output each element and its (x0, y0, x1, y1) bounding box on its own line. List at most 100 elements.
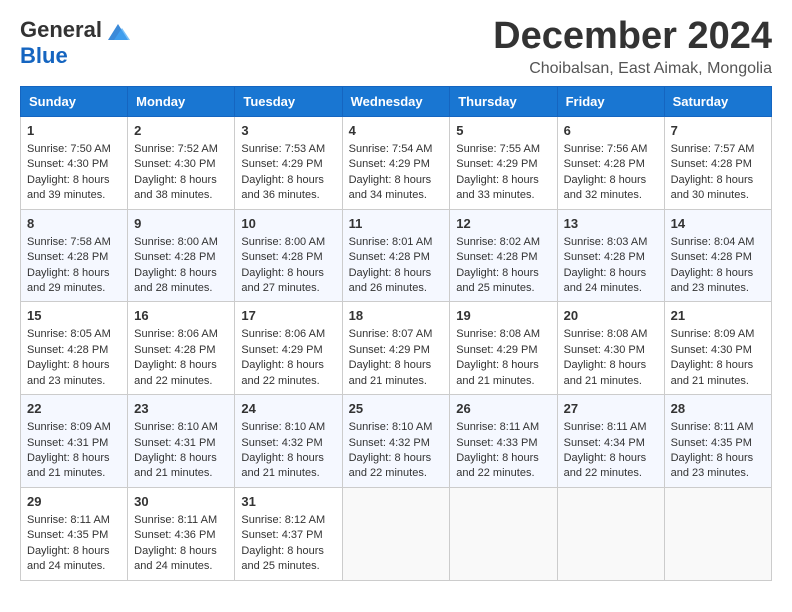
calendar-cell (557, 487, 664, 580)
title-block: December 2024 Choibalsan, East Aimak, Mo… (493, 16, 772, 78)
calendar-week-row: 22Sunrise: 8:09 AMSunset: 4:31 PMDayligh… (21, 395, 772, 488)
day-info-line: Sunset: 4:36 PM (134, 528, 228, 543)
day-info-line: Sunrise: 7:52 AM (134, 142, 228, 157)
day-info-line: Daylight: 8 hours (349, 173, 444, 188)
day-info-line: and 30 minutes. (671, 188, 765, 203)
calendar-cell: 3Sunrise: 7:53 AMSunset: 4:29 PMDaylight… (235, 116, 342, 209)
day-info-line: Sunrise: 8:07 AM (349, 327, 444, 342)
day-number: 23 (134, 400, 228, 418)
day-number: 30 (134, 493, 228, 511)
day-info-line: Sunrise: 8:09 AM (671, 327, 765, 342)
day-info-line: Daylight: 8 hours (456, 451, 550, 466)
day-info-line: Daylight: 8 hours (27, 358, 121, 373)
day-number: 21 (671, 307, 765, 325)
calendar-cell: 19Sunrise: 8:08 AMSunset: 4:29 PMDayligh… (450, 302, 557, 395)
day-number: 18 (349, 307, 444, 325)
day-info-line: Sunset: 4:28 PM (134, 343, 228, 358)
day-info-line: and 24 minutes. (27, 559, 121, 574)
day-info-line: Daylight: 8 hours (349, 358, 444, 373)
day-number: 2 (134, 122, 228, 140)
day-info-line: and 26 minutes. (349, 281, 444, 296)
day-info-line: Daylight: 8 hours (134, 358, 228, 373)
day-info-line: and 28 minutes. (134, 281, 228, 296)
day-number: 1 (27, 122, 121, 140)
day-info-line: and 25 minutes. (456, 281, 550, 296)
day-info-line: Daylight: 8 hours (671, 266, 765, 281)
calendar-week-row: 29Sunrise: 8:11 AMSunset: 4:35 PMDayligh… (21, 487, 772, 580)
logo-blue-text: Blue (20, 44, 132, 68)
day-info-line: Sunset: 4:35 PM (27, 528, 121, 543)
day-info-line: Sunset: 4:29 PM (349, 157, 444, 172)
day-info-line: Sunset: 4:34 PM (564, 436, 658, 451)
day-info-line: Sunset: 4:35 PM (671, 436, 765, 451)
calendar-week-row: 1Sunrise: 7:50 AMSunset: 4:30 PMDaylight… (21, 116, 772, 209)
logo-icon (104, 16, 132, 44)
day-info-line: and 39 minutes. (27, 188, 121, 203)
calendar-cell: 6Sunrise: 7:56 AMSunset: 4:28 PMDaylight… (557, 116, 664, 209)
day-info-line: Sunrise: 8:11 AM (564, 420, 658, 435)
calendar-cell: 8Sunrise: 7:58 AMSunset: 4:28 PMDaylight… (21, 209, 128, 302)
day-info-line: Sunset: 4:29 PM (241, 343, 335, 358)
day-info-line: Sunset: 4:31 PM (134, 436, 228, 451)
day-info-line: Daylight: 8 hours (564, 173, 658, 188)
day-info-line: Sunset: 4:32 PM (241, 436, 335, 451)
day-info-line: Sunrise: 8:11 AM (27, 513, 121, 528)
day-number: 9 (134, 215, 228, 233)
day-number: 26 (456, 400, 550, 418)
day-info-line: Sunset: 4:33 PM (456, 436, 550, 451)
day-info-line: Daylight: 8 hours (27, 173, 121, 188)
day-info-line: Sunset: 4:28 PM (134, 250, 228, 265)
day-info-line: Sunrise: 8:11 AM (671, 420, 765, 435)
day-number: 25 (349, 400, 444, 418)
day-number: 22 (27, 400, 121, 418)
day-info-line: and 21 minutes. (27, 466, 121, 481)
day-info-line: and 25 minutes. (241, 559, 335, 574)
day-info-line: and 21 minutes. (671, 374, 765, 389)
day-info-line: Daylight: 8 hours (241, 544, 335, 559)
day-info-line: and 21 minutes. (456, 374, 550, 389)
calendar-cell: 26Sunrise: 8:11 AMSunset: 4:33 PMDayligh… (450, 395, 557, 488)
day-info-line: Sunrise: 8:10 AM (134, 420, 228, 435)
day-info-line: and 36 minutes. (241, 188, 335, 203)
calendar-cell: 31Sunrise: 8:12 AMSunset: 4:37 PMDayligh… (235, 487, 342, 580)
calendar-day-header: Monday (128, 86, 235, 116)
calendar-cell: 28Sunrise: 8:11 AMSunset: 4:35 PMDayligh… (664, 395, 771, 488)
day-info-line: Sunrise: 8:00 AM (134, 235, 228, 250)
day-info-line: Sunrise: 7:50 AM (27, 142, 121, 157)
day-info-line: Sunrise: 8:05 AM (27, 327, 121, 342)
calendar-cell: 14Sunrise: 8:04 AMSunset: 4:28 PMDayligh… (664, 209, 771, 302)
day-info-line: and 23 minutes. (27, 374, 121, 389)
calendar-cell: 20Sunrise: 8:08 AMSunset: 4:30 PMDayligh… (557, 302, 664, 395)
day-info-line: Sunrise: 8:04 AM (671, 235, 765, 250)
day-number: 16 (134, 307, 228, 325)
day-number: 3 (241, 122, 335, 140)
calendar-week-row: 8Sunrise: 7:58 AMSunset: 4:28 PMDaylight… (21, 209, 772, 302)
day-info-line: Sunrise: 8:12 AM (241, 513, 335, 528)
day-info-line: and 32 minutes. (564, 188, 658, 203)
day-info-line: Sunset: 4:28 PM (564, 250, 658, 265)
calendar-cell: 30Sunrise: 8:11 AMSunset: 4:36 PMDayligh… (128, 487, 235, 580)
day-info-line: Sunset: 4:30 PM (564, 343, 658, 358)
calendar-day-header: Tuesday (235, 86, 342, 116)
day-number: 20 (564, 307, 658, 325)
day-info-line: Daylight: 8 hours (134, 451, 228, 466)
calendar-cell: 10Sunrise: 8:00 AMSunset: 4:28 PMDayligh… (235, 209, 342, 302)
calendar-week-row: 15Sunrise: 8:05 AMSunset: 4:28 PMDayligh… (21, 302, 772, 395)
day-info-line: Daylight: 8 hours (241, 173, 335, 188)
day-info-line: Sunrise: 8:02 AM (456, 235, 550, 250)
calendar-cell (450, 487, 557, 580)
day-info-line: Sunrise: 8:09 AM (27, 420, 121, 435)
day-info-line: Sunset: 4:28 PM (564, 157, 658, 172)
day-info-line: Sunrise: 7:55 AM (456, 142, 550, 157)
day-info-line: Sunrise: 7:53 AM (241, 142, 335, 157)
calendar-cell: 12Sunrise: 8:02 AMSunset: 4:28 PMDayligh… (450, 209, 557, 302)
day-number: 13 (564, 215, 658, 233)
day-info-line: Sunset: 4:28 PM (241, 250, 335, 265)
day-number: 4 (349, 122, 444, 140)
calendar-cell: 22Sunrise: 8:09 AMSunset: 4:31 PMDayligh… (21, 395, 128, 488)
calendar-cell: 15Sunrise: 8:05 AMSunset: 4:28 PMDayligh… (21, 302, 128, 395)
day-info-line: Daylight: 8 hours (134, 544, 228, 559)
day-number: 10 (241, 215, 335, 233)
page-header: General Blue December 2024 Choibalsan, E… (20, 16, 772, 78)
day-info-line: and 33 minutes. (456, 188, 550, 203)
